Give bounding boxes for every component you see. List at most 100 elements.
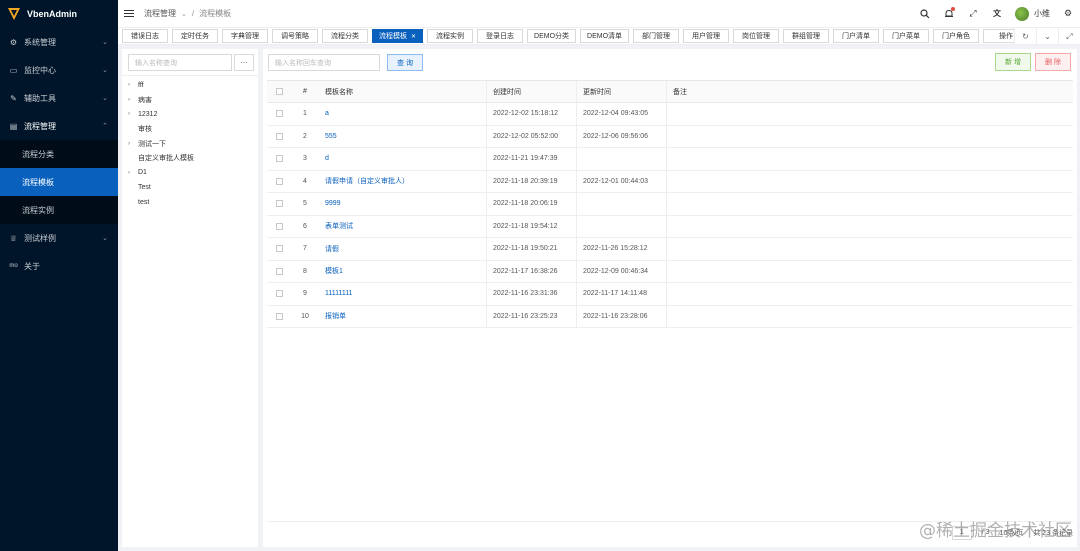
tab-portal-menu[interactable]: 门户菜单 xyxy=(883,29,930,43)
fullscreen-icon[interactable]: ⤢ xyxy=(967,8,979,20)
app-logo[interactable]: VbenAdmin xyxy=(0,0,118,28)
tree-node[interactable]: Test xyxy=(128,180,194,195)
updated-time: 2022-12-09 00:46:34 xyxy=(577,260,667,282)
tab-login-log[interactable]: 登录日志 xyxy=(477,29,524,43)
tab-portal-list[interactable]: 门户清单 xyxy=(833,29,880,43)
more-button[interactable]: ··· xyxy=(234,54,254,71)
app-name: VbenAdmin xyxy=(27,9,78,19)
tab-group[interactable]: 群组管理 xyxy=(783,29,830,43)
tree-node[interactable]: test xyxy=(128,195,194,210)
refresh-icon[interactable]: ↻ xyxy=(1014,28,1036,44)
row-index: 2 xyxy=(303,132,307,140)
search-icon[interactable] xyxy=(919,8,931,20)
row-checkbox[interactable] xyxy=(275,290,283,298)
sidebar-item-flow[interactable]: ▤ 流程管理 ⌃ xyxy=(0,112,118,140)
template-name-link[interactable]: 报销单 xyxy=(325,311,346,321)
table-row[interactable]: 8 模板1 2022-11-17 16:38:26 2022-12-09 00:46:… xyxy=(267,260,1073,283)
menu-toggle-icon[interactable] xyxy=(124,10,134,17)
chevron-down-icon[interactable]: ⌄ xyxy=(1036,28,1058,44)
close-icon[interactable]: ✕ xyxy=(411,33,416,40)
sidebar-item-flow-instance[interactable]: 流程实例 xyxy=(0,196,118,224)
chevron-right-icon[interactable]: › xyxy=(128,82,138,88)
table-row[interactable]: 9 11111111 2022-11-16 23:31:36 2022-11-17 1… xyxy=(267,283,1073,306)
tree-node[interactable]: › D1 xyxy=(128,166,194,181)
chevron-right-icon[interactable]: › xyxy=(128,97,138,103)
table-row[interactable]: 3 d 2022-11-21 19:47:39 xyxy=(267,148,1073,171)
tab-demo-category[interactable]: DEMO分类 xyxy=(527,29,577,43)
tab-flow-instance[interactable]: 流程实例 xyxy=(427,29,474,43)
table-row[interactable]: 10 报销单 2022-11-16 23:25:23 2022-11-16 23:28… xyxy=(267,305,1073,328)
template-name-link[interactable]: 请假 xyxy=(325,244,339,254)
chevron-right-icon[interactable]: › xyxy=(128,141,138,147)
column-header[interactable]: 更新时间 xyxy=(577,81,667,102)
expand-icon[interactable]: ⤢ xyxy=(1058,28,1080,44)
tree-search-input[interactable]: 输入名称查询 xyxy=(128,54,232,71)
chevron-right-icon[interactable]: › xyxy=(128,170,138,176)
tab-department[interactable]: 部门管理 xyxy=(633,29,680,43)
tab-error-log[interactable]: 错误日志 xyxy=(122,29,168,43)
tab-post[interactable]: 岗位管理 xyxy=(733,29,780,43)
user-dropdown[interactable]: 小维 xyxy=(1015,6,1050,21)
add-button[interactable]: 新 增 xyxy=(995,53,1031,71)
row-checkbox[interactable] xyxy=(275,245,283,253)
row-checkbox[interactable] xyxy=(275,110,283,118)
updated-time: 2022-12-01 00:44:03 xyxy=(577,170,667,192)
chevron-right-icon[interactable]: › xyxy=(128,111,138,117)
row-checkbox[interactable] xyxy=(275,312,283,320)
tree-node-label: 病害 xyxy=(138,96,152,104)
table-row[interactable]: 1 a 2022-12-02 15:18:12 2022-12-04 09:43:05 xyxy=(267,103,1073,126)
delete-button[interactable]: 删 除 xyxy=(1035,53,1071,71)
tab-scheduled-task[interactable]: 定时任务 xyxy=(172,29,218,43)
row-checkbox[interactable] xyxy=(275,200,283,208)
breadcrumb-item[interactable]: 流程管理 xyxy=(144,8,176,19)
sidebar-item-flow-template[interactable]: 流程模板 xyxy=(0,168,118,196)
template-search-input[interactable]: 输入名称回车查询 xyxy=(268,54,380,71)
sidebar-item-flow-category[interactable]: 流程分类 xyxy=(0,140,118,168)
tab-flow-category[interactable]: 流程分类 xyxy=(322,29,368,43)
tab-dictionary[interactable]: 字典管理 xyxy=(222,29,268,43)
template-name-link[interactable]: 请假申请（自定义审批人） xyxy=(325,176,409,186)
tab-user[interactable]: 用户管理 xyxy=(683,29,730,43)
tree-node[interactable]: › fff xyxy=(128,78,194,93)
table-row[interactable]: 7 请假 2022-11-18 19:50:21 2022-11-26 15:28:1… xyxy=(267,238,1073,261)
template-name-link[interactable]: 9999 xyxy=(325,200,341,207)
tree-node[interactable]: › 12312 xyxy=(128,107,194,122)
tree-node[interactable]: › 病害 xyxy=(128,93,194,108)
row-checkbox[interactable] xyxy=(275,155,283,163)
sidebar-item-about[interactable]: mo 关于 xyxy=(0,252,118,280)
table-row[interactable]: 6 表单测试 2022-11-18 19:54:12 xyxy=(267,215,1073,238)
tree-node[interactable]: 审核 xyxy=(128,122,194,137)
template-name-link[interactable]: 555 xyxy=(325,133,337,140)
select-all-checkbox[interactable] xyxy=(275,88,283,95)
query-button[interactable]: 查 询 xyxy=(387,54,423,71)
tab-flow-template[interactable]: 流程模板 ✕ xyxy=(372,29,424,43)
tab-numbering[interactable]: 调号策略 xyxy=(272,29,318,43)
template-name-link[interactable]: a xyxy=(325,110,329,117)
row-checkbox[interactable] xyxy=(275,177,283,185)
row-checkbox[interactable] xyxy=(275,222,283,230)
tree-node[interactable]: › 测试一下 xyxy=(128,136,194,151)
sidebar-item-samples[interactable]: ♕ 测试样例 ⌄ xyxy=(0,224,118,252)
tree-node[interactable]: 自定义审批人模板 xyxy=(128,151,194,166)
table-row[interactable]: 4 请假申请（自定义审批人） 2022-11-18 20:39:19 2022-12-… xyxy=(267,170,1073,193)
row-checkbox[interactable] xyxy=(275,132,283,140)
sidebar-item-system[interactable]: ⚙ 系统管理 ⌄ xyxy=(0,28,118,56)
template-name-link[interactable]: d xyxy=(325,155,329,162)
table-header-row: # 模板名称 创建时间 更新时间 备注 xyxy=(267,80,1073,103)
column-header[interactable]: 备注 xyxy=(667,81,1073,102)
settings-gear-icon[interactable]: ⚙ xyxy=(1062,8,1074,20)
row-checkbox[interactable] xyxy=(275,267,283,275)
tab-demo-list[interactable]: DEMO清单 xyxy=(580,29,630,43)
sidebar-item-tools[interactable]: ✎ 辅助工具 ⌄ xyxy=(0,84,118,112)
column-header[interactable]: 模板名称 xyxy=(319,81,487,102)
column-header[interactable]: 创建时间 xyxy=(487,81,577,102)
template-name-link[interactable]: 模板1 xyxy=(325,266,343,276)
table-row[interactable]: 2 555 2022-12-02 05:52:00 2022-12-06 09:56:… xyxy=(267,125,1073,148)
bell-icon[interactable] xyxy=(943,6,955,20)
translate-icon[interactable]: 文 xyxy=(991,8,1003,20)
template-name-link[interactable]: 11111111 xyxy=(325,290,353,297)
sidebar-item-monitor[interactable]: ▭ 监控中心 ⌄ xyxy=(0,56,118,84)
table-row[interactable]: 5 9999 2022-11-18 20:06:19 xyxy=(267,193,1073,216)
template-name-link[interactable]: 表单测试 xyxy=(325,221,353,231)
tab-portal-role[interactable]: 门户角色 xyxy=(933,29,980,43)
